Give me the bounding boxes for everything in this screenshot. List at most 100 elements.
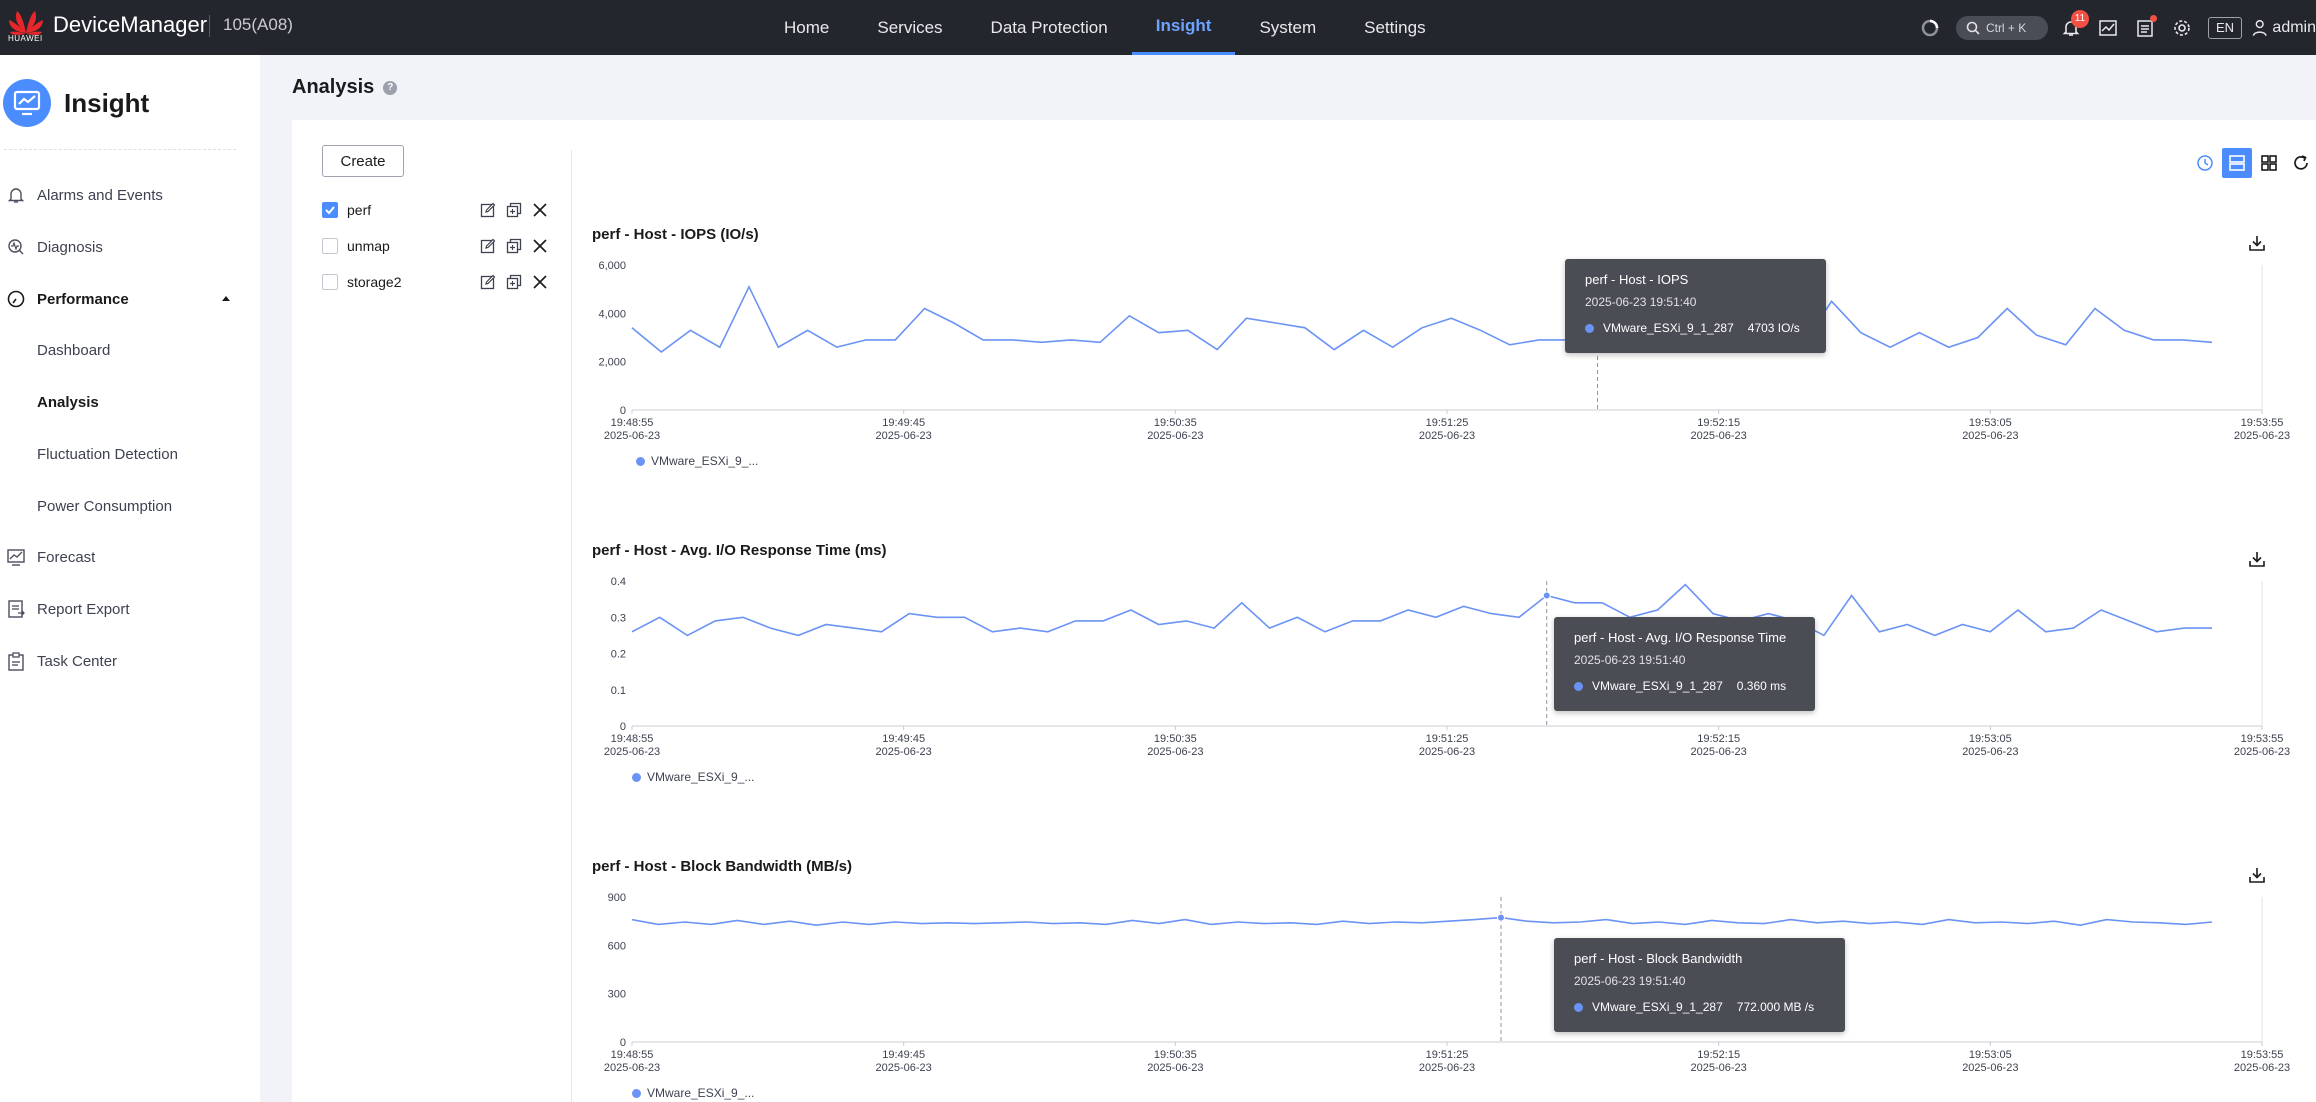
y-tick-label: 0.3 <box>611 612 626 624</box>
row-actions <box>479 237 557 255</box>
series-line <box>631 583 2212 637</box>
diagnosis-icon <box>4 235 28 259</box>
page-title: Analysis ? <box>292 76 398 99</box>
tasks-button[interactable] <box>2131 14 2159 42</box>
nav-home[interactable]: Home <box>760 0 853 55</box>
refresh-icon <box>2294 155 2308 170</box>
user-menu[interactable]: admin <box>2252 19 2316 37</box>
y-tick-label: 600 <box>608 940 626 952</box>
create-button[interactable]: Create <box>322 145 404 177</box>
x-tick-time: 19:53:55 <box>2241 1049 2284 1061</box>
sidebar-item-label: Task Center <box>37 652 118 670</box>
tooltip-series: VMware_ESXi_9_1_287 <box>1592 1000 1723 1014</box>
x-tick-time: 19:53:05 <box>1969 1049 2012 1061</box>
language-switch[interactable]: EN <box>2207 16 2242 39</box>
legend-block-bandwidth[interactable]: VMware_ESXi_9_... <box>632 1086 754 1100</box>
nav-settings[interactable]: Settings <box>1340 0 1449 55</box>
legend-iops[interactable]: VMware_ESXi_9_... <box>636 454 758 468</box>
close-icon[interactable] <box>531 273 549 291</box>
tooltip-dot <box>1574 1002 1583 1012</box>
nav-system[interactable]: System <box>1235 0 1340 55</box>
gauge-icon <box>4 287 28 311</box>
tooltip-title: perf - Host - IOPS <box>1585 272 1689 287</box>
x-tick-time: 19:53:05 <box>1969 417 2012 429</box>
download-block-bandwidth-button[interactable] <box>2246 864 2268 886</box>
download-response-time-button[interactable] <box>2246 548 2268 570</box>
sidebar-item-diagnosis[interactable]: Diagnosis <box>0 227 260 267</box>
copy-icon[interactable] <box>505 237 523 255</box>
y-tick-label: 900 <box>608 892 626 904</box>
notifications-button[interactable]: 11 <box>2057 9 2089 42</box>
x-tick-time: 19:51:25 <box>1426 733 1469 745</box>
nav-services[interactable]: Services <box>853 0 966 55</box>
series-line <box>631 916 2213 927</box>
close-icon[interactable] <box>531 237 549 255</box>
forecast-icon <box>4 545 28 569</box>
chart-block-bandwidth[interactable]: 900600300019:48:552025-06-2319:49:452025… <box>582 887 2316 1102</box>
y-tick-label: 0 <box>620 405 626 417</box>
sidebar-item-report-export[interactable]: Report Export <box>0 589 260 629</box>
sidebar-subitem-power-consumption[interactable]: Power Consumption <box>37 490 172 522</box>
edit-icon[interactable] <box>479 237 497 255</box>
sidebar-item-performance[interactable]: Performance <box>0 279 260 319</box>
checkbox-unmap[interactable] <box>322 238 338 254</box>
monitor-button[interactable] <box>2094 14 2122 42</box>
x-tick-date: 2025-06-23 <box>604 746 660 758</box>
nav-insight[interactable]: Insight <box>1131 0 1236 55</box>
sidebar-item-forecast[interactable]: Forecast <box>0 537 260 577</box>
x-tick-time: 19:49:45 <box>882 733 925 745</box>
loading-icon[interactable] <box>1916 14 1944 42</box>
time-range-button[interactable] <box>2190 148 2220 178</box>
legend-dot <box>632 1088 641 1098</box>
grid-view-button[interactable] <box>2254 148 2284 178</box>
report-icon <box>4 597 28 621</box>
sidebar-subitem-fluctuation-detection[interactable]: Fluctuation Detection <box>37 438 178 470</box>
row-actions <box>479 201 557 219</box>
y-tick-label: 6,000 <box>598 260 626 272</box>
analysis-panel: Create perf unmap storage2 perf - Host -… <box>292 120 2316 1102</box>
edit-icon[interactable] <box>479 273 497 291</box>
sidebar-item-task-center[interactable]: Task Center <box>0 641 260 681</box>
panel-divider <box>571 150 572 1102</box>
global-search-button[interactable]: Ctrl + K <box>1955 15 2048 40</box>
nav-data-protection[interactable]: Data Protection <box>967 0 1132 55</box>
x-tick-time: 19:53:55 <box>2241 733 2284 745</box>
edit-icon[interactable] <box>479 201 497 219</box>
x-tick-time: 19:53:05 <box>1969 733 2012 745</box>
settings-gear-button[interactable] <box>2168 14 2196 42</box>
refresh-button[interactable] <box>2286 148 2316 178</box>
sidebar: Insight Alarms and Events Diagnosis Perf… <box>0 55 260 1102</box>
copy-icon[interactable] <box>505 273 523 291</box>
chart-monitor-icon <box>2099 19 2117 36</box>
analysis-name[interactable]: unmap <box>347 238 390 254</box>
device-id: 105(A08) <box>223 15 293 34</box>
tooltip-iops: perf - Host - IOPS 2025-06-23 19:51:40 V… <box>1565 259 1826 353</box>
tooltip-row: VMware_ESXi_9_1_287 4703 IO/s <box>1585 321 1800 335</box>
list-item: unmap <box>322 233 562 259</box>
chart-response-time[interactable]: 0.40.30.20.1019:48:552025-06-2319:49:452… <box>582 571 2316 791</box>
checkbox-perf[interactable] <box>322 202 338 218</box>
download-iops-button[interactable] <box>2246 232 2268 254</box>
sidebar-subitem-analysis[interactable]: Analysis <box>37 386 99 418</box>
checkbox-storage2[interactable] <box>322 274 338 290</box>
copy-icon[interactable] <box>505 201 523 219</box>
sidebar-subitem-dashboard[interactable]: Dashboard <box>37 334 110 366</box>
analysis-name[interactable]: storage2 <box>347 274 401 290</box>
tooltip-series: VMware_ESXi_9_1_287 <box>1603 321 1734 335</box>
help-icon[interactable]: ? <box>383 80 398 95</box>
user-icon <box>2252 19 2267 36</box>
page-title-text: Analysis <box>292 76 375 98</box>
chevron-up-icon[interactable] <box>220 293 232 303</box>
x-tick-date: 2025-06-23 <box>1419 430 1475 442</box>
legend-response-time[interactable]: VMware_ESXi_9_... <box>632 770 754 784</box>
list-view-button[interactable] <box>2222 148 2252 178</box>
gear-icon <box>2174 19 2190 36</box>
x-tick-date: 2025-06-23 <box>1419 1062 1475 1074</box>
analysis-name[interactable]: perf <box>347 202 371 218</box>
hover-point <box>1542 591 1551 600</box>
close-icon[interactable] <box>531 201 549 219</box>
chart-iops[interactable]: 6,0004,0002,000019:48:552025-06-2319:49:… <box>582 255 2316 475</box>
row-actions <box>479 273 557 291</box>
x-tick-date: 2025-06-23 <box>2234 430 2290 442</box>
sidebar-item-alarms-and-events[interactable]: Alarms and Events <box>0 175 260 215</box>
